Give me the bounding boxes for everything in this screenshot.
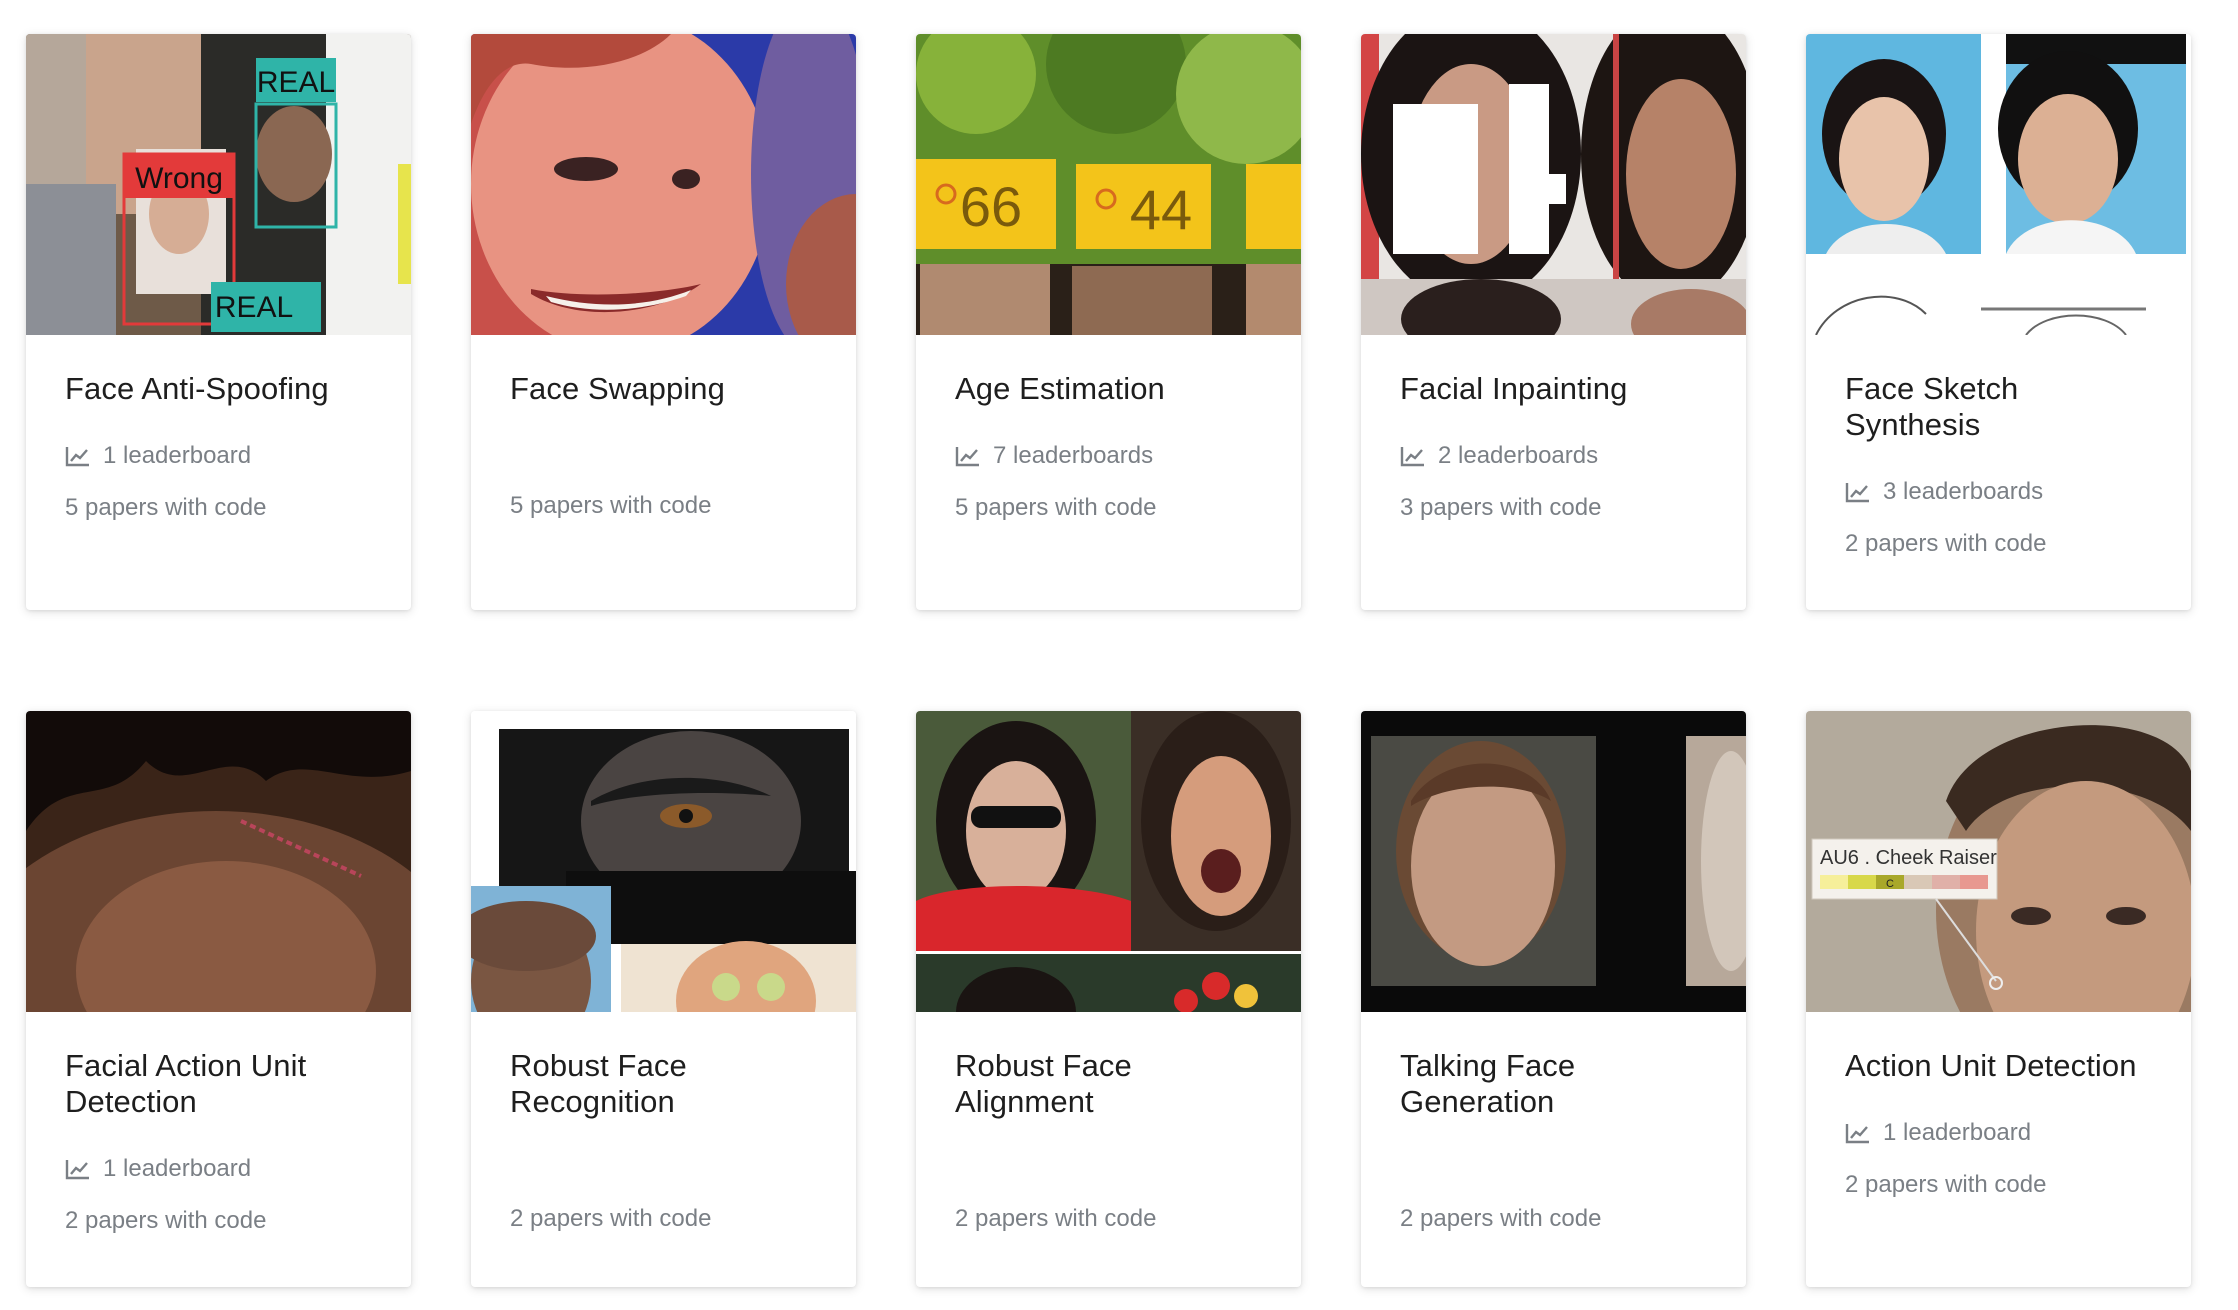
papers-count: 2 papers with code xyxy=(1845,1171,2047,1198)
line-chart-icon xyxy=(1845,1124,1869,1144)
leaderboard-label: 7 leaderboards xyxy=(993,442,1154,469)
task-card-face-sketch-synthesis[interactable]: Face Sketch Synthesis 3 leaderboards 2 p… xyxy=(1806,34,2191,610)
task-card-face-anti-spoofing[interactable]: REAL Wrong REAL Face Anti-Spoofing 1 lea… xyxy=(26,34,411,610)
task-thumbnail xyxy=(471,34,856,335)
task-thumbnail xyxy=(1361,711,1746,1012)
line-chart-icon xyxy=(955,447,979,467)
task-card-face-swapping[interactable]: Face Swapping 5 papers with code xyxy=(471,34,856,610)
leaderboard-label: 1 leaderboard xyxy=(103,1155,252,1182)
au-label: AU6 . Cheek Raiser xyxy=(1820,847,1997,869)
task-card-facial-inpainting[interactable]: Facial Inpainting 2 leaderboards 3 paper… xyxy=(1361,34,1746,610)
card-title[interactable]: Face Swapping xyxy=(510,371,818,407)
task-card-grid: REAL Wrong REAL Face Anti-Spoofing 1 lea… xyxy=(26,34,2191,1287)
papers-count: 5 papers with code xyxy=(65,494,267,521)
papers-count: 5 papers with code xyxy=(955,494,1157,521)
card-title[interactable]: Facial Action Unit Detection xyxy=(65,1048,373,1120)
task-card-robust-face-alignment[interactable]: Robust Face Alignment 2 papers with code xyxy=(916,711,1301,1287)
task-card-facial-action-unit-detection[interactable]: Facial Action Unit Detection 1 leaderboa… xyxy=(26,711,411,1287)
papers-count: 2 papers with code xyxy=(955,1205,1157,1232)
leaderboard-count: 1 leaderboard xyxy=(65,441,373,471)
task-card-action-unit-detection[interactable]: AU6 . Cheek Raiser C Action Unit Detecti… xyxy=(1806,711,2191,1287)
wrong-label: Wrong xyxy=(135,162,223,195)
task-thumbnail: REAL Wrong REAL xyxy=(26,34,411,335)
card-title[interactable]: Robust Face Recognition xyxy=(510,1048,818,1120)
leaderboard-count: 3 leaderboards xyxy=(1845,477,2153,507)
leaderboard-label: 1 leaderboard xyxy=(1883,1119,2032,1146)
card-title[interactable]: Facial Inpainting xyxy=(1400,371,1708,407)
au-intensity-label: C xyxy=(1886,878,1894,890)
papers-count: 2 papers with code xyxy=(510,1205,712,1232)
leaderboard-label: 1 leaderboard xyxy=(103,442,252,469)
real-label: REAL xyxy=(257,66,335,99)
card-title[interactable]: Talking Face Generation xyxy=(1400,1048,1708,1120)
line-chart-icon xyxy=(1845,483,1869,503)
papers-count: 2 papers with code xyxy=(65,1207,267,1234)
card-title[interactable]: Face Anti-Spoofing xyxy=(65,371,373,407)
task-thumbnail xyxy=(916,711,1301,1012)
age-label: 66 xyxy=(960,175,1022,238)
age-label: 44 xyxy=(1130,178,1192,241)
card-title[interactable]: Robust Face Alignment xyxy=(955,1048,1263,1120)
line-chart-icon xyxy=(1400,447,1424,467)
leaderboard-label: 3 leaderboards xyxy=(1883,478,2044,505)
real-label: REAL xyxy=(215,291,293,324)
card-title[interactable]: Age Estimation xyxy=(955,371,1263,407)
task-thumbnail xyxy=(1806,34,2191,335)
task-card-talking-face-generation[interactable]: Talking Face Generation 2 papers with co… xyxy=(1361,711,1746,1287)
papers-count: 2 papers with code xyxy=(1845,530,2047,557)
task-card-age-estimation[interactable]: 66 44 Age Estimation 7 leaderboards 5 pa… xyxy=(916,34,1301,610)
task-card-robust-face-recognition[interactable]: Robust Face Recognition 2 papers with co… xyxy=(471,711,856,1287)
leaderboard-count: 2 leaderboards xyxy=(1400,441,1708,471)
task-thumbnail xyxy=(1361,34,1746,335)
task-thumbnail xyxy=(26,711,411,1012)
line-chart-icon xyxy=(65,447,89,467)
leaderboard-count: 1 leaderboard xyxy=(65,1154,373,1184)
leaderboard-label: 2 leaderboards xyxy=(1438,442,1599,469)
papers-count: 2 papers with code xyxy=(1400,1205,1602,1232)
leaderboard-count: 1 leaderboard xyxy=(1845,1118,2153,1148)
card-title[interactable]: Face Sketch Synthesis xyxy=(1845,371,2153,443)
leaderboard-count: 7 leaderboards xyxy=(955,441,1263,471)
card-title[interactable]: Action Unit Detection xyxy=(1845,1048,2153,1084)
line-chart-icon xyxy=(65,1160,89,1180)
task-thumbnail: 66 44 xyxy=(916,34,1301,335)
papers-count: 5 papers with code xyxy=(510,492,712,519)
task-thumbnail xyxy=(471,711,856,1012)
papers-count: 3 papers with code xyxy=(1400,494,1602,521)
task-thumbnail: AU6 . Cheek Raiser C xyxy=(1806,711,2191,1012)
